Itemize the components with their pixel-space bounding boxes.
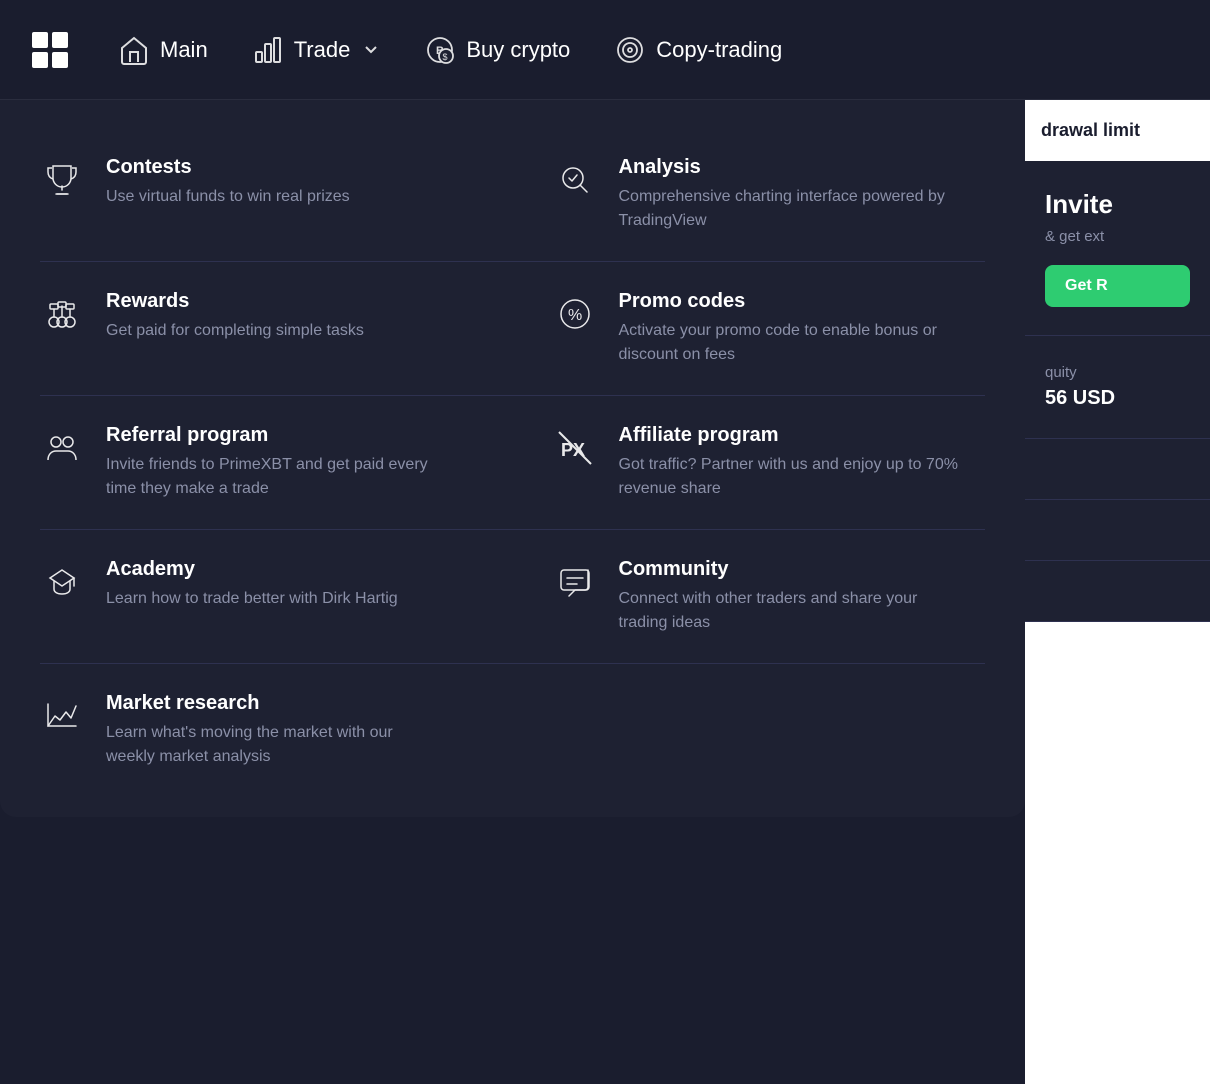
analysis-icon — [553, 158, 597, 202]
dropdown-grid: Contests Use virtual funds to win real p… — [0, 132, 1025, 793]
trophy-icon — [40, 158, 84, 202]
nav-trade[interactable]: Trade — [234, 24, 399, 76]
market-research-title: Market research — [106, 692, 446, 715]
contests-title: Contests — [106, 156, 350, 179]
divider-line-4 — [1025, 621, 1210, 622]
market-research-desc: Learn what's moving the market with our … — [106, 721, 446, 769]
academy-desc: Learn how to trade better with Dirk Hart… — [106, 587, 398, 611]
nav-main[interactable]: Main — [100, 24, 226, 76]
home-icon — [118, 34, 150, 66]
affiliate-desc: Got traffic? Partner with us and enjoy u… — [619, 453, 959, 501]
copy-trading-icon — [614, 34, 646, 66]
dropdown-item-rewards[interactable]: Rewards Get paid for completing simple t… — [0, 266, 513, 391]
trade-icon — [252, 34, 284, 66]
invite-title: Invite — [1045, 189, 1190, 220]
referral-desc: Invite friends to PrimeXBT and get paid … — [106, 453, 446, 501]
divider-3 — [40, 529, 985, 530]
nav-buy-crypto-label: Buy crypto — [466, 37, 570, 63]
svg-text:$: $ — [443, 52, 448, 62]
svg-text:%: % — [568, 307, 582, 324]
chevron-down-icon — [362, 41, 380, 59]
analysis-desc: Comprehensive charting interface powered… — [619, 185, 959, 233]
dropdown-item-community[interactable]: Community Connect with other traders and… — [513, 534, 1026, 659]
dropdown-item-academy[interactable]: Academy Learn how to trade better with D… — [0, 534, 513, 659]
contests-desc: Use virtual funds to win real prizes — [106, 185, 350, 209]
referral-icon — [40, 426, 84, 470]
nav-copy-trading[interactable]: Copy-trading — [596, 24, 800, 76]
invite-subtitle: & get ext — [1045, 228, 1190, 245]
dropdown-item-market-research[interactable]: Market research Learn what's moving the … — [0, 668, 513, 793]
nav-main-label: Main — [160, 37, 208, 63]
promo-desc: Activate your promo code to enable bonus… — [619, 319, 959, 367]
empty-cell — [513, 668, 1026, 793]
promo-title: Promo codes — [619, 290, 959, 313]
rewards-title: Rewards — [106, 290, 364, 313]
get-referral-button[interactable]: Get R — [1045, 265, 1190, 307]
invite-section: Invite & get ext Get R — [1025, 161, 1210, 335]
referral-title: Referral program — [106, 424, 446, 447]
community-icon — [553, 560, 597, 604]
academy-icon — [40, 560, 84, 604]
dropdown-item-promo[interactable]: % Promo codes Activate your promo code t… — [513, 266, 1026, 391]
analysis-title: Analysis — [619, 156, 959, 179]
divider-1 — [40, 261, 985, 262]
nav-buy-crypto[interactable]: B $ Buy crypto — [406, 24, 588, 76]
logo[interactable] — [24, 24, 76, 76]
community-desc: Connect with other traders and share you… — [619, 587, 959, 635]
affiliate-title: Affiliate program — [619, 424, 959, 447]
dropdown-item-contests[interactable]: Contests Use virtual funds to win real p… — [0, 132, 513, 257]
right-panel: drawal limit Invite & get ext Get R quit… — [1025, 100, 1210, 1084]
dropdown-menu: Contests Use virtual funds to win real p… — [0, 100, 1025, 817]
divider-2 — [40, 395, 985, 396]
rewards-desc: Get paid for completing simple tasks — [106, 319, 364, 343]
buy-crypto-icon: B $ — [424, 34, 456, 66]
dropdown-item-analysis[interactable]: Analysis Comprehensive charting interfac… — [513, 132, 1026, 257]
navbar: Main Trade B $ Buy crypto Copy-trading — [0, 0, 1210, 100]
panel-spacer-1 — [1025, 439, 1210, 499]
nav-copy-trading-label: Copy-trading — [656, 37, 782, 63]
panel-spacer-2 — [1025, 500, 1210, 560]
market-research-icon — [40, 694, 84, 738]
divider-4 — [40, 663, 985, 664]
equity-section: quity 56 USD — [1025, 335, 1210, 438]
panel-spacer-3 — [1025, 561, 1210, 621]
rewards-icon — [40, 292, 84, 336]
community-title: Community — [619, 558, 959, 581]
dropdown-item-referral[interactable]: Referral program Invite friends to Prime… — [0, 400, 513, 525]
equity-label: quity — [1045, 364, 1190, 381]
dropdown-item-affiliate[interactable]: PX Affiliate program Got traffic? Partne… — [513, 400, 1026, 525]
equity-value: 56 USD — [1045, 387, 1190, 410]
academy-title: Academy — [106, 558, 398, 581]
promo-icon: % — [553, 292, 597, 336]
affiliate-icon: PX — [553, 426, 597, 470]
svg-text:PX: PX — [561, 440, 585, 460]
nav-trade-label: Trade — [294, 37, 351, 63]
withdrawal-limit-text: drawal limit — [1025, 100, 1210, 161]
